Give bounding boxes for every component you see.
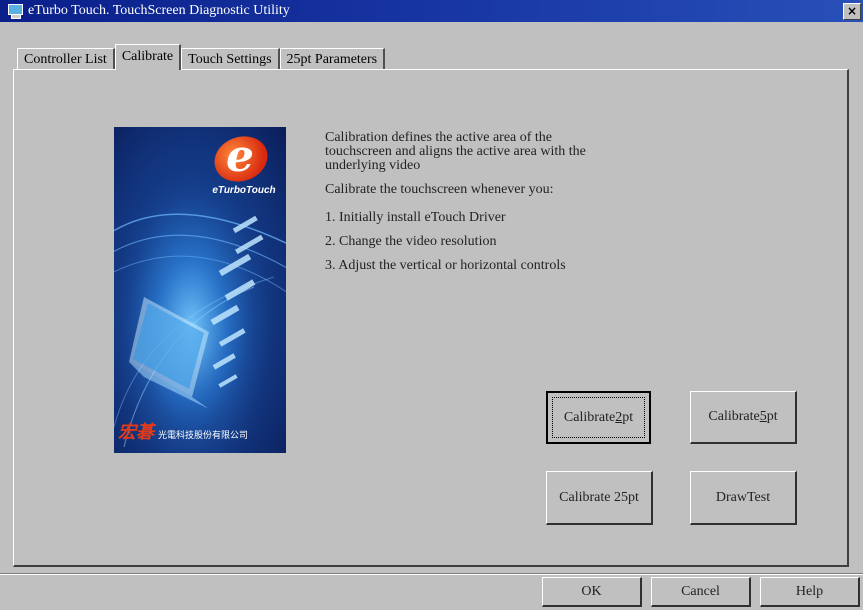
company-logo: 宏碁 <box>118 422 154 443</box>
tab-controller-list[interactable]: Controller List <box>17 48 115 70</box>
etouch-logo: e <box>208 129 276 189</box>
diagnostic-utility-window: eTurbo Touch. TouchScreen Diagnostic Uti… <box>0 0 863 610</box>
brand-name: eTurboTouch <box>212 185 276 196</box>
window-title: eTurbo Touch. TouchScreen Diagnostic Uti… <box>28 3 290 18</box>
close-icon[interactable]: × <box>843 3 861 20</box>
list-item: 1. Initially install eTouch Driver <box>325 210 506 225</box>
list-item: 3. Adjust the vertical or horizontal con… <box>325 258 566 273</box>
calibrate-25pt-button[interactable]: Calibrate 25pt <box>546 471 653 525</box>
brand-splash-image: e eTurboTouch 宏碁 光電科技股份有限公司 <box>114 127 286 453</box>
calibrate-5pt-button[interactable]: Calibrate 5 pt <box>690 391 797 444</box>
list-item: 2. Change the video resolution <box>325 234 497 249</box>
touch-monitor-icon <box>6 3 24 19</box>
calibrate-2pt-button[interactable]: Calibrate 2 pt <box>546 391 651 444</box>
bottom-divider <box>0 573 863 575</box>
company-name: 光電科技股份有限公司 <box>158 431 249 441</box>
tab-25pt-parameters[interactable]: 25pt Parameters <box>279 48 386 70</box>
description-lead: Calibrate the touchscreen whenever you: <box>325 182 554 197</box>
tab-calibrate[interactable]: Calibrate <box>114 44 182 70</box>
cancel-button[interactable]: Cancel <box>651 577 751 607</box>
tab-strip: Controller List Calibrate Touch Settings… <box>17 44 386 70</box>
draw-test-button[interactable]: DrawTest <box>690 471 797 525</box>
calibration-reasons-list: 1. Initially install eTouch Driver 2. Ch… <box>325 211 625 273</box>
title-bar[interactable]: eTurbo Touch. TouchScreen Diagnostic Uti… <box>0 0 863 22</box>
description-paragraph: Calibration defines the active area of t… <box>325 130 586 173</box>
help-button[interactable]: Help <box>760 577 860 607</box>
calibration-description: Calibration defines the active area of t… <box>325 131 625 283</box>
tab-touch-settings[interactable]: Touch Settings <box>181 48 280 70</box>
ok-button[interactable]: OK <box>542 577 642 607</box>
